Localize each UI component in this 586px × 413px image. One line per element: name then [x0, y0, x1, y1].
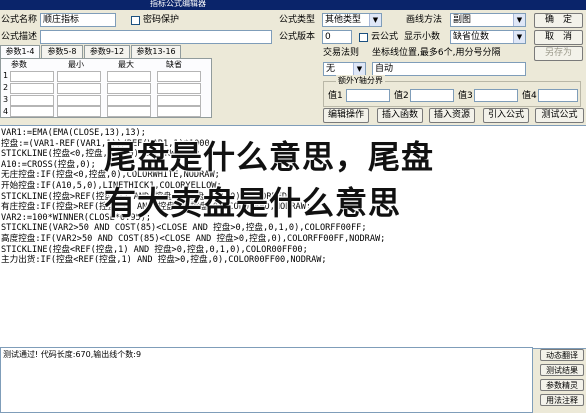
insert-resource-button[interactable]: 插入资源: [429, 108, 475, 123]
param-table: 参数 最小 最大 缺省 1 2 3 4: [0, 58, 212, 118]
import-formula-button[interactable]: 引入公式: [483, 108, 529, 123]
chevron-down-icon: ▼: [513, 31, 525, 43]
overlay-line-1: 尾盘是什么意思，尾盘: [104, 138, 435, 176]
y-value-2-label: 值2: [394, 91, 409, 101]
param-header-name: 参数: [11, 60, 27, 69]
type-label: 公式类型: [279, 15, 316, 25]
password-checkbox[interactable]: [131, 16, 140, 25]
name-label: 公式名称: [1, 15, 38, 25]
description-input[interactable]: [40, 30, 272, 44]
version-label: 公式版本: [279, 32, 316, 42]
y-value-3-label: 值3: [458, 91, 473, 101]
param-min-cell[interactable]: [57, 71, 101, 82]
tab-params-5-8[interactable]: 参数5-8: [41, 45, 83, 58]
y-value-4-input[interactable]: [538, 89, 578, 102]
window-title: 指标公式编辑器: [150, 0, 206, 8]
param-wizard-button[interactable]: 参数精灵: [540, 379, 584, 391]
trade-rule-value: 无: [326, 64, 336, 74]
formula-editor-window: 指标公式编辑器 公式名称 顺庄指标 密码保护 公式类型 其他类型 ▼ 画线方法 副…: [0, 0, 586, 413]
save-as-button[interactable]: 另存为: [534, 46, 583, 61]
edit-operation-button[interactable]: 编辑操作: [323, 108, 369, 123]
param-max-cell[interactable]: [107, 83, 151, 94]
extra-y-axis-group: 额外Y轴分界 值1 值2 值3 值4: [323, 75, 581, 107]
y-value-4-label: 值4: [522, 91, 537, 101]
param-row-number: 1: [3, 71, 9, 80]
y-value-1-label: 值1: [328, 91, 343, 101]
status-text: 测试通过! 代码长度:670,输出线个数:9: [3, 350, 142, 359]
chevron-down-icon: ▼: [513, 14, 525, 26]
param-header-default: 缺省: [166, 60, 182, 69]
param-header-min: 最小: [68, 60, 84, 69]
decimals-value: 缺省位数: [453, 32, 490, 42]
dynamic-translate-button[interactable]: 动态翻译: [540, 349, 584, 361]
param-min-cell[interactable]: [57, 95, 101, 106]
param-max-cell[interactable]: [107, 71, 151, 82]
draw-method-value: 副图: [453, 15, 472, 25]
param-row-number: 3: [3, 95, 9, 104]
param-row-number: 4: [3, 107, 9, 116]
param-max-cell[interactable]: [107, 95, 151, 106]
y-value-2-input[interactable]: [410, 89, 454, 102]
chevron-down-icon: ▼: [369, 14, 381, 26]
param-name-cell[interactable]: [10, 106, 54, 117]
tab-params-9-12[interactable]: 参数9-12: [84, 45, 130, 58]
title-bar: 指标公式编辑器: [0, 0, 586, 10]
coord-line-input[interactable]: 自动: [372, 62, 526, 76]
description-label: 公式描述: [1, 32, 38, 42]
overlay-headline: 尾盘是什么意思，尾盘 有大卖盘是什么意思: [104, 134, 434, 226]
param-default-cell[interactable]: [157, 106, 201, 117]
confirm-button[interactable]: 确 定: [534, 13, 583, 28]
param-min-cell[interactable]: [57, 83, 101, 94]
code-line: 高度控盘:IF(VAR2>50 AND COST(85)<CLOSE AND 控…: [1, 234, 386, 244]
param-min-cell[interactable]: [57, 106, 101, 117]
cancel-button[interactable]: 取 消: [534, 30, 583, 45]
cloud-formula-checkbox[interactable]: [359, 33, 368, 42]
tab-params-13-16[interactable]: 参数13-16: [131, 45, 181, 58]
y-value-1-input[interactable]: [346, 89, 390, 102]
param-default-cell[interactable]: [157, 83, 201, 94]
extra-y-axis-label: 额外Y轴分界: [336, 75, 385, 87]
param-row-number: 2: [3, 83, 9, 92]
trade-rule-label: 交易法则: [323, 48, 360, 58]
code-line: 主力出货:IF(控盘<REF(控盘,1) AND 控盘>0,控盘,0),COLO…: [1, 255, 327, 266]
decimals-label: 显示小数: [404, 32, 441, 42]
param-name-cell[interactable]: [10, 95, 54, 106]
type-select[interactable]: 其他类型 ▼: [322, 13, 382, 27]
overlay-line-2: 有大卖盘是什么意思: [104, 184, 402, 222]
insert-function-button[interactable]: 插入函数: [377, 108, 423, 123]
param-default-cell[interactable]: [157, 95, 201, 106]
param-header-max: 最大: [118, 60, 134, 69]
code-line: A10:=CROSS(控盘,0);: [1, 159, 96, 170]
draw-method-label: 画线方法: [406, 15, 443, 25]
y-value-3-input[interactable]: [474, 89, 518, 102]
param-name-cell[interactable]: [10, 83, 54, 94]
tab-params-1-4[interactable]: 参数1-4: [0, 45, 40, 59]
chevron-down-icon: ▼: [353, 63, 365, 75]
draw-method-select[interactable]: 副图 ▼: [450, 13, 526, 27]
version-input[interactable]: 0: [322, 30, 352, 44]
cloud-formula-label: 云公式: [371, 32, 399, 42]
coord-line-label: 坐标线位置,最多6个,用分号分隔: [372, 48, 501, 58]
decimals-select[interactable]: 缺省位数 ▼: [450, 30, 526, 44]
trade-rule-select[interactable]: 无 ▼: [323, 62, 366, 76]
usage-notes-button[interactable]: 用法注释: [540, 394, 584, 406]
password-label: 密码保护: [143, 15, 180, 25]
name-input[interactable]: 顺庄指标: [40, 13, 116, 27]
code-line: STICKLINE(控盘<REF(控盘,1) AND 控盘>0,控盘,0,1,0…: [1, 244, 308, 255]
param-default-cell[interactable]: [157, 71, 201, 82]
param-max-cell[interactable]: [107, 106, 151, 117]
test-result-button[interactable]: 测试结果: [540, 364, 584, 376]
test-result-panel: 测试通过! 代码长度:670,输出线个数:9: [0, 347, 533, 413]
param-name-cell[interactable]: [10, 71, 54, 82]
type-select-value: 其他类型: [325, 15, 362, 25]
test-formula-button[interactable]: 测试公式: [535, 108, 584, 123]
